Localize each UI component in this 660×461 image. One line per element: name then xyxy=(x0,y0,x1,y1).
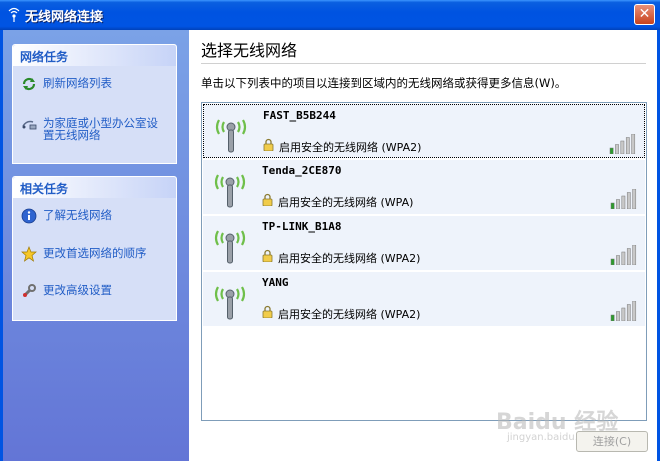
signal-bar xyxy=(621,251,626,265)
info-icon xyxy=(21,208,37,224)
related-tasks-panel: 相关任务 了解无线网络 更改首选网络的顺序 更改高级设置 xyxy=(12,176,177,321)
change-preferred-order-link[interactable]: 更改首选网络的顺序 xyxy=(21,246,171,262)
change-preferred-order-label: 更改首选网络的顺序 xyxy=(43,246,147,260)
network-ssid: YANG xyxy=(262,276,289,289)
signal-strength-icon xyxy=(610,245,637,265)
network-ssid: FAST_B5B244 xyxy=(263,109,336,122)
network-setup-icon xyxy=(22,120,37,130)
network-tasks-heading: 网络任务 xyxy=(13,45,176,66)
signal-bar xyxy=(615,144,619,154)
instruction-text: 单击以下列表中的项目以连接到区域内的无线网络或获得更多信息(W)。 xyxy=(201,76,567,90)
network-row[interactable]: TP-LINK_B1A8 启用安全的无线网络 (WPA2) xyxy=(203,216,645,270)
advanced-settings-label: 更改高级设置 xyxy=(43,283,112,297)
signal-bar xyxy=(621,307,626,321)
wireless-connection-window: 无线网络连接 ✕ 网络任务 刷新网络列表 为家庭或小型办公室设 置无线网络 相关… xyxy=(0,0,660,461)
signal-bar xyxy=(609,147,614,154)
signal-bar xyxy=(632,301,637,321)
learn-wireless-label: 了解无线网络 xyxy=(43,208,112,222)
network-security: 启用安全的无线网络 (WPA2) xyxy=(278,252,421,265)
signal-bar xyxy=(626,248,631,265)
star-icon xyxy=(21,246,37,262)
wireless-antenna-icon xyxy=(214,230,246,264)
signal-bar xyxy=(616,311,620,321)
signal-bar xyxy=(610,202,615,209)
wrench-icon xyxy=(22,284,36,298)
wireless-antenna-icon xyxy=(214,174,246,208)
lock-icon xyxy=(263,138,274,151)
network-security: 启用安全的无线网络 (WPA2) xyxy=(279,141,422,154)
wireless-network-list[interactable]: FAST_B5B244 启用安全的无线网络 (WPA2) Tenda_2CE870 启… xyxy=(201,102,647,421)
network-row[interactable]: FAST_B5B244 启用安全的无线网络 (WPA2) xyxy=(203,104,645,158)
lock-icon xyxy=(262,305,273,318)
network-row[interactable]: YANG 启用安全的无线网络 (WPA2) xyxy=(203,272,645,326)
signal-bar xyxy=(626,304,631,321)
signal-bar xyxy=(632,189,637,209)
refresh-network-list-label: 刷新网络列表 xyxy=(43,76,112,90)
signal-bar xyxy=(610,314,615,321)
network-security: 启用安全的无线网络 (WPA2) xyxy=(278,308,421,321)
related-tasks-heading: 相关任务 xyxy=(13,177,176,198)
main-panel: 选择无线网络 单击以下列表中的项目以连接到区域内的无线网络或获得更多信息(W)。… xyxy=(189,30,657,461)
connect-button[interactable]: 连接(C) xyxy=(576,431,648,452)
title-divider xyxy=(201,63,646,64)
advanced-settings-link[interactable]: 更改高级设置 xyxy=(21,283,171,299)
signal-bar xyxy=(616,199,620,209)
lock-icon xyxy=(262,249,273,262)
setup-home-network-label-line2: 置无线网络 xyxy=(43,128,101,142)
network-ssid: TP-LINK_B1A8 xyxy=(262,220,342,233)
signal-bar xyxy=(616,255,620,265)
window-title: 无线网络连接 xyxy=(25,10,104,25)
lock-icon xyxy=(262,193,273,206)
signal-bar xyxy=(632,245,637,265)
refresh-network-list-link[interactable]: 刷新网络列表 xyxy=(21,76,171,92)
wireless-antenna-icon xyxy=(214,286,246,320)
refresh-icon xyxy=(22,77,36,91)
signal-bar xyxy=(631,134,636,154)
wireless-network-icon xyxy=(8,7,20,22)
signal-strength-icon xyxy=(610,301,637,321)
network-row[interactable]: Tenda_2CE870 启用安全的无线网络 (WPA) xyxy=(203,160,645,214)
signal-bar xyxy=(625,137,630,154)
setup-home-network-link[interactable]: 为家庭或小型办公室设 置无线网络 xyxy=(21,116,173,146)
signal-bar xyxy=(620,140,625,154)
page-title: 选择无线网络 xyxy=(201,41,298,60)
wireless-antenna-icon xyxy=(215,119,247,153)
title-bar[interactable]: 无线网络连接 ✕ xyxy=(0,0,660,30)
learn-wireless-link[interactable]: 了解无线网络 xyxy=(21,208,171,224)
signal-bar xyxy=(621,195,626,209)
network-security: 启用安全的无线网络 (WPA) xyxy=(278,196,414,209)
close-icon: ✕ xyxy=(638,6,651,22)
signal-bar xyxy=(610,258,615,265)
signal-strength-icon xyxy=(609,134,636,154)
task-sidebar: 网络任务 刷新网络列表 为家庭或小型办公室设 置无线网络 相关任务 了解无线网络… xyxy=(3,30,189,461)
network-tasks-panel: 网络任务 刷新网络列表 为家庭或小型办公室设 置无线网络 xyxy=(12,44,177,164)
signal-bar xyxy=(626,192,631,209)
network-ssid: Tenda_2CE870 xyxy=(262,164,342,177)
close-button[interactable]: ✕ xyxy=(634,4,655,25)
signal-strength-icon xyxy=(610,189,637,209)
